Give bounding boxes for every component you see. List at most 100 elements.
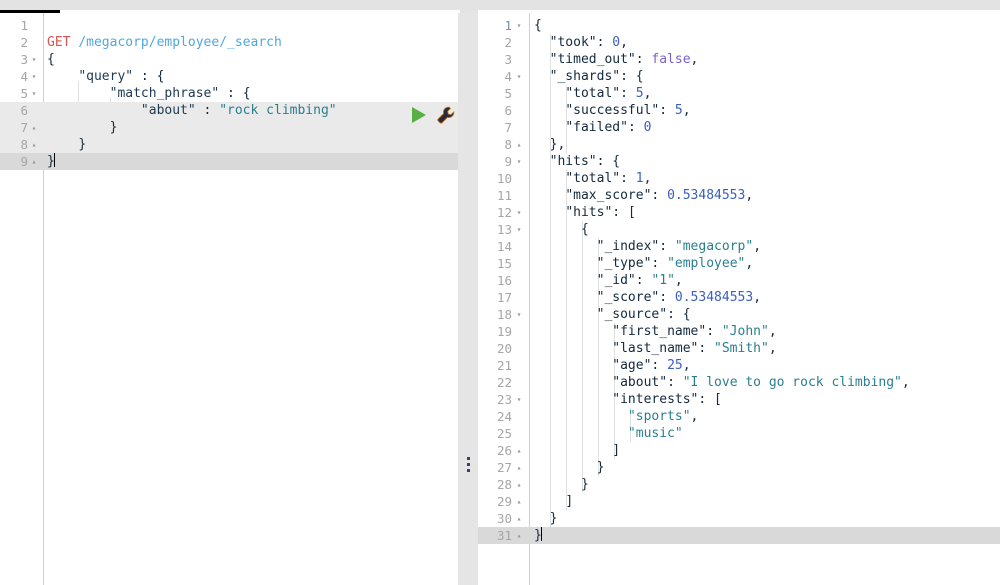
editor-line[interactable]: 9 ▾ "hits": { xyxy=(478,153,1000,170)
editor-line[interactable]: 6 "successful": 5, xyxy=(478,102,1000,119)
token: : xyxy=(219,86,243,101)
fold-close-icon[interactable]: ▴ xyxy=(29,136,39,153)
fold-open-icon[interactable]: ▾ xyxy=(514,68,524,85)
editor-line[interactable]: 3 "timed_out": false, xyxy=(478,51,1000,68)
editor-line[interactable]: 7 ▴ } xyxy=(0,119,458,136)
editor-line[interactable]: 3 ▾ { xyxy=(0,51,458,68)
line-number: 1 xyxy=(20,18,28,33)
fold-open-icon[interactable]: ▾ xyxy=(514,221,524,238)
editor-line[interactable]: 12 ▾ "hits": [ xyxy=(478,204,1000,221)
fold-close-icon[interactable]: ▴ xyxy=(29,119,39,136)
editor-line[interactable]: 8 ▴ } xyxy=(0,136,458,153)
response-line-list[interactable]: 1 ▾{2 "took": 0, 3 "timed_out": false, 4 ▾ "… xyxy=(478,17,1000,544)
request-action-icons[interactable] xyxy=(408,104,458,126)
editor-line[interactable]: 20 "last_name": "Smith", xyxy=(478,340,1000,357)
editor-line[interactable]: 26 ▴ ] xyxy=(478,442,1000,459)
editor-line[interactable]: 31 ▴} xyxy=(478,527,1000,544)
editor-line[interactable]: 18 ▾ "_source": { xyxy=(478,306,1000,323)
request-line-list[interactable]: 1 2 GET /megacorp/employee/_search 3 ▾{4 ▾ "q… xyxy=(0,17,458,170)
editor-line[interactable]: 28 ▴ } xyxy=(478,476,1000,493)
fold-open-icon[interactable]: ▾ xyxy=(29,51,39,68)
editor-line[interactable]: 15 "_type": "employee", xyxy=(478,255,1000,272)
line-code: "failed": 0 xyxy=(534,119,651,136)
token: , xyxy=(674,273,683,288)
editor-line[interactable]: 5 "total": 5, xyxy=(478,85,1000,102)
editor-line[interactable]: 27 ▴ } xyxy=(478,459,1000,476)
fold-close-icon[interactable]: ▴ xyxy=(514,476,524,493)
editor-line[interactable]: 1 ▾ { xyxy=(478,17,1000,34)
token: "_id" xyxy=(596,273,636,288)
editor-line[interactable]: 8 ▴ }, xyxy=(478,136,1000,153)
editor-line[interactable]: 22 "about": "I love to go rock climbing"… xyxy=(478,374,1000,391)
fold-open-icon[interactable]: ▾ xyxy=(514,204,524,221)
token: "total" xyxy=(565,86,621,101)
editor-line[interactable]: 4 ▾ "_shards": { xyxy=(478,68,1000,85)
editor-line[interactable]: 7 "failed": 0 xyxy=(478,119,1000,136)
fold-close-icon[interactable]: ▴ xyxy=(514,510,524,527)
console-app: 1 2 GET /megacorp/employee/_search 3 ▾{4 ▾ "q… xyxy=(0,0,1000,585)
line-number: 3 xyxy=(20,52,28,67)
editor-line[interactable]: 1 xyxy=(0,17,458,34)
line-code: { xyxy=(534,17,542,34)
play-icon[interactable] xyxy=(412,107,426,123)
wrench-icon[interactable] xyxy=(436,105,456,125)
line-number: 22 xyxy=(496,375,512,390)
line-number: 5 xyxy=(20,86,28,101)
token: : xyxy=(195,103,220,118)
editor-line[interactable]: 21 "age": 25, xyxy=(478,357,1000,374)
editor-line[interactable]: 29 ▴ ] xyxy=(478,493,1000,510)
editor-line[interactable]: 4 ▾ "query" : { xyxy=(0,68,458,85)
fold-open-icon[interactable]: ▾ xyxy=(514,153,524,170)
response-pane[interactable]: 1 ▾{2 "took": 0, 3 "timed_out": false, 4 ▾ "… xyxy=(478,13,1000,585)
token: , xyxy=(753,290,762,305)
token: } xyxy=(549,511,558,526)
editor-line[interactable]: 10 "total": 1, xyxy=(478,170,1000,187)
token: "timed_out" xyxy=(549,52,636,67)
editor-line[interactable]: 13 ▾ { xyxy=(478,221,1000,238)
token: : xyxy=(635,52,652,67)
editor-line[interactable]: 30 ▴ } xyxy=(478,510,1000,527)
fold-open-icon[interactable]: ▾ xyxy=(514,306,524,323)
editor-line[interactable]: 16 "_id": "1", xyxy=(478,272,1000,289)
fold-close-icon[interactable]: ▴ xyxy=(514,442,524,459)
editor-line[interactable]: 24 "sports", xyxy=(478,408,1000,425)
request-editor[interactable]: 1 2 GET /megacorp/employee/_search 3 ▾{4 ▾ "q… xyxy=(0,13,458,585)
editor-line[interactable]: 2 "took": 0, xyxy=(478,34,1000,51)
editor-line[interactable]: 25 "music" xyxy=(478,425,1000,442)
token: , xyxy=(690,409,699,424)
response-editor[interactable]: 1 ▾{2 "took": 0, 3 "timed_out": false, 4 ▾ "… xyxy=(478,13,1000,585)
token: "successful" xyxy=(565,103,660,118)
request-pane[interactable]: 1 2 GET /megacorp/employee/_search 3 ▾{4 ▾ "q… xyxy=(0,13,458,585)
token: , xyxy=(682,358,691,373)
fold-open-icon[interactable]: ▾ xyxy=(29,68,39,85)
fold-close-icon[interactable]: ▴ xyxy=(514,459,524,476)
line-number: 15 xyxy=(496,256,512,271)
line-number: 8 xyxy=(504,137,512,152)
pane-divider[interactable] xyxy=(458,13,478,585)
fold-close-icon[interactable]: ▴ xyxy=(29,153,39,170)
divider-grip-icon[interactable] xyxy=(467,457,470,475)
line-number: 8 xyxy=(20,137,28,152)
editor-line[interactable]: 11 "max_score": 0.53484553, xyxy=(478,187,1000,204)
editor-line[interactable]: 14 "_index": "megacorp", xyxy=(478,238,1000,255)
editor-line[interactable]: 17 "_score": 0.53484553, xyxy=(478,289,1000,306)
editor-line[interactable]: 19 "first_name": "John", xyxy=(478,323,1000,340)
editor-line[interactable]: 9 ▴} xyxy=(0,153,458,170)
fold-close-icon[interactable]: ▴ xyxy=(514,136,524,153)
editor-line[interactable]: 23 ▾ "interests": [ xyxy=(478,391,1000,408)
token: } xyxy=(78,137,87,152)
fold-open-icon[interactable]: ▾ xyxy=(29,85,39,102)
editor-line[interactable]: 2 GET /megacorp/employee/_search xyxy=(0,34,458,51)
fold-open-icon[interactable]: ▾ xyxy=(514,17,524,34)
line-code: "total": 5, xyxy=(534,85,651,102)
editor-line[interactable]: 6 "about" : "rock climbing" xyxy=(0,102,458,119)
line-number: 13 xyxy=(496,222,512,237)
editor-line[interactable]: 5 ▾ "match_phrase" : { xyxy=(0,85,458,102)
line-code: "_shards": { xyxy=(534,68,644,85)
fold-close-icon[interactable]: ▴ xyxy=(514,527,524,544)
fold-open-icon[interactable]: ▾ xyxy=(514,391,524,408)
fold-close-icon[interactable]: ▴ xyxy=(514,493,524,510)
